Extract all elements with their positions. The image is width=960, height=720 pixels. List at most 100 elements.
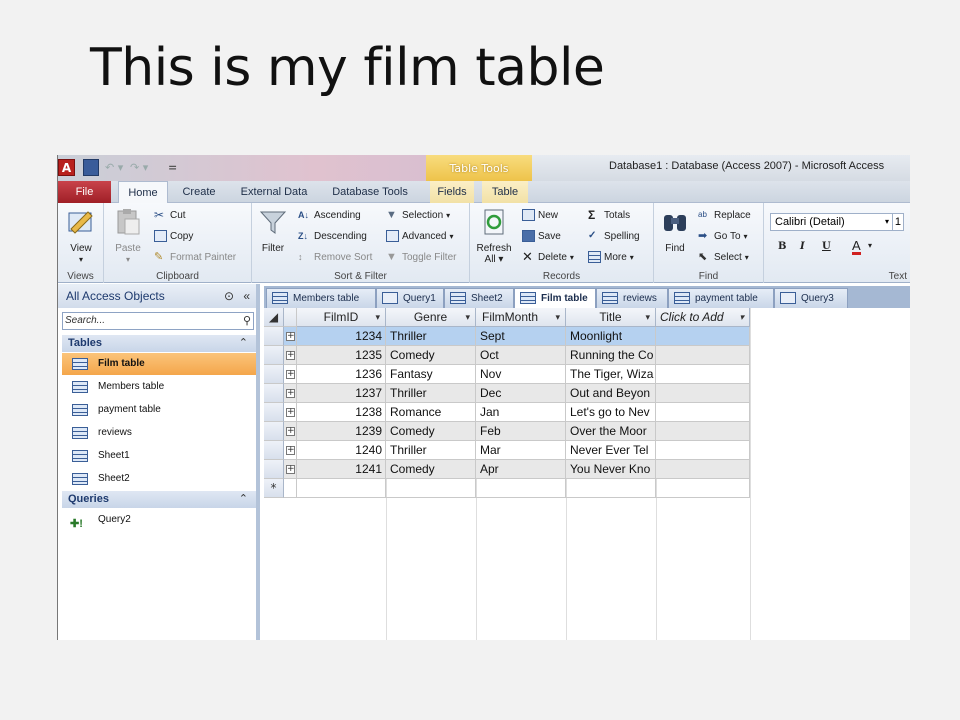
new-record-selector[interactable]: *: [264, 479, 284, 498]
find-button[interactable]: Find: [658, 207, 692, 254]
table-cell[interactable]: Apr: [476, 460, 566, 479]
table-cell[interactable]: Moonlight: [566, 327, 656, 346]
nav-item-reviews[interactable]: reviews: [62, 422, 256, 444]
object-tab-reviews[interactable]: reviews: [596, 288, 668, 308]
advanced-button[interactable]: Advanced ▾: [386, 230, 454, 242]
view-button[interactable]: View ▾: [62, 207, 100, 265]
table-cell[interactable]: Thriller: [386, 327, 476, 346]
nav-item-members-table[interactable]: Members table: [62, 376, 256, 398]
totals-button[interactable]: Σ Totals: [588, 209, 630, 221]
tab-table[interactable]: Table: [482, 181, 528, 203]
column-header-filmmonth[interactable]: FilmMonth ▾: [476, 308, 566, 327]
table-cell[interactable]: 1237: [297, 384, 386, 403]
new-record-cell[interactable]: [297, 479, 386, 498]
table-cell[interactable]: Feb: [476, 422, 566, 441]
spelling-button[interactable]: ✓ Spelling: [588, 230, 640, 242]
click-to-add-cell[interactable]: [656, 384, 750, 403]
nav-pane-header[interactable]: All Access Objects ⊙ «: [58, 284, 256, 308]
table-cell[interactable]: 1234: [297, 327, 386, 346]
nav-item-payment-table[interactable]: payment table: [62, 399, 256, 421]
access-app-icon[interactable]: A: [58, 159, 75, 176]
column-header-title[interactable]: Title ▾: [566, 308, 656, 327]
plus-icon[interactable]: +: [286, 465, 295, 474]
table-cell[interactable]: 1241: [297, 460, 386, 479]
remove-sort-button[interactable]: ↕ Remove Sort: [298, 251, 372, 263]
expand-subdatasheet[interactable]: +: [284, 422, 297, 441]
filter-button[interactable]: Filter: [256, 207, 290, 254]
record-selector[interactable]: [264, 384, 284, 403]
table-cell[interactable]: 1235: [297, 346, 386, 365]
object-tab-payment-table[interactable]: payment table: [668, 288, 774, 308]
table-cell[interactable]: 1239: [297, 422, 386, 441]
bold-button[interactable]: B: [778, 241, 786, 252]
click-to-add-cell[interactable]: [656, 346, 750, 365]
table-cell[interactable]: Comedy: [386, 460, 476, 479]
select-all-corner[interactable]: ◢: [264, 308, 284, 327]
table-cell[interactable]: You Never Kno: [566, 460, 656, 479]
record-selector[interactable]: [264, 365, 284, 384]
new-record-button[interactable]: New: [522, 209, 558, 221]
object-tab-sheet2[interactable]: Sheet2: [444, 288, 514, 308]
font-name-select[interactable]: Calibri (Detail) ▾ 1: [770, 213, 904, 231]
record-selector[interactable]: [264, 327, 284, 346]
expand-subdatasheet[interactable]: +: [284, 403, 297, 422]
nav-search-input[interactable]: Search... ⚲: [62, 312, 254, 330]
format-painter-button[interactable]: ✎ Format Painter: [154, 251, 236, 263]
replace-button[interactable]: ab Replace: [698, 209, 751, 221]
table-cell[interactable]: 1240: [297, 441, 386, 460]
table-cell[interactable]: Sept: [476, 327, 566, 346]
expand-subdatasheet[interactable]: +: [284, 384, 297, 403]
nav-menu-icon[interactable]: ⊙: [224, 284, 234, 308]
paste-button[interactable]: Paste ▾: [110, 207, 146, 265]
customize-toolbar-icon[interactable]: =: [168, 159, 177, 176]
dropdown-arrow-icon[interactable]: ▾: [645, 308, 650, 326]
table-cell[interactable]: The Tiger, Wiza: [566, 365, 656, 384]
table-cell[interactable]: Jan: [476, 403, 566, 422]
tab-file[interactable]: File: [58, 181, 111, 203]
object-tab-film-table[interactable]: Film table: [514, 288, 596, 309]
tab-fields[interactable]: Fields: [430, 181, 474, 203]
dropdown-arrow-icon[interactable]: ▾: [739, 308, 744, 326]
expand-subdatasheet[interactable]: +: [284, 365, 297, 384]
plus-icon[interactable]: +: [286, 370, 295, 379]
expand-subdatasheet[interactable]: +: [284, 460, 297, 479]
plus-icon[interactable]: +: [286, 427, 295, 436]
record-selector[interactable]: [264, 460, 284, 479]
plus-icon[interactable]: +: [286, 351, 295, 360]
record-selector[interactable]: [264, 441, 284, 460]
table-cell[interactable]: Nov: [476, 365, 566, 384]
table-cell[interactable]: Thriller: [386, 441, 476, 460]
object-tab-members-table[interactable]: Members table: [266, 288, 376, 308]
dropdown-arrow-icon[interactable]: ▾: [555, 308, 560, 326]
click-to-add-cell[interactable]: [656, 460, 750, 479]
search-icon[interactable]: ⚲: [243, 313, 251, 329]
plus-icon[interactable]: +: [286, 389, 295, 398]
expand-subdatasheet[interactable]: +: [284, 346, 297, 365]
new-record-cell[interactable]: [476, 479, 566, 498]
click-to-add-cell[interactable]: [656, 403, 750, 422]
copy-button[interactable]: Copy: [154, 230, 193, 242]
table-cell[interactable]: Over the Moor: [566, 422, 656, 441]
table-cell[interactable]: Mar: [476, 441, 566, 460]
selection-button[interactable]: ▼ Selection ▾: [386, 209, 450, 221]
refresh-all-button[interactable]: Refresh All ▾: [474, 207, 514, 265]
more-button[interactable]: More ▾: [588, 251, 634, 263]
table-cell[interactable]: Comedy: [386, 346, 476, 365]
tab-external-data[interactable]: External Data: [236, 181, 312, 203]
undo-icon[interactable]: ↶ ▾: [105, 159, 123, 176]
object-tab-query3[interactable]: Query3: [774, 288, 848, 308]
record-selector[interactable]: [264, 422, 284, 441]
click-to-add-cell[interactable]: [656, 327, 750, 346]
nav-section-queries[interactable]: Queries ⌃: [62, 491, 256, 508]
nav-item-sheet1[interactable]: Sheet1: [62, 445, 256, 467]
redo-icon[interactable]: ↷ ▾: [130, 159, 148, 176]
goto-button[interactable]: ➡ Go To ▾: [698, 230, 748, 242]
cut-button[interactable]: ✂ Cut: [154, 209, 186, 221]
table-cell[interactable]: Out and Beyon: [566, 384, 656, 403]
expand-subdatasheet[interactable]: +: [284, 441, 297, 460]
plus-icon[interactable]: +: [286, 332, 295, 341]
table-cell[interactable]: Dec: [476, 384, 566, 403]
expand-subdatasheet[interactable]: +: [284, 327, 297, 346]
table-cell[interactable]: 1238: [297, 403, 386, 422]
tab-home[interactable]: Home: [118, 181, 168, 204]
